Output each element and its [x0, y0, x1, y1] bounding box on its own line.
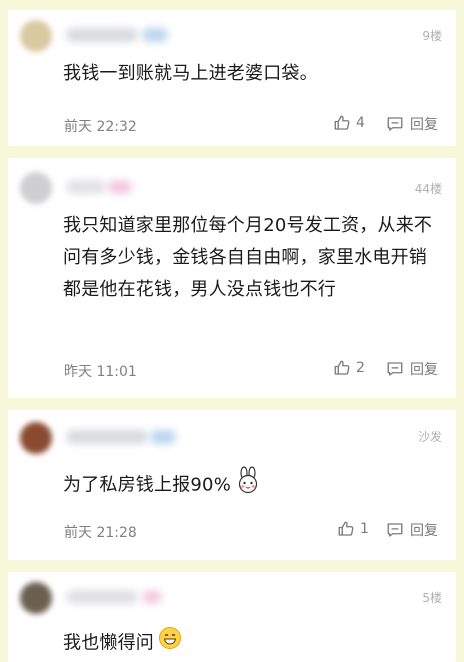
like-count: 2 [356, 360, 365, 376]
thumbs-up-icon [337, 520, 355, 538]
comment-feed: 9楼 我钱一到账就马上进老婆口袋。 前天 22:32 4 回复 44楼 我只知道… [8, 0, 456, 662]
thumbs-up-icon [333, 359, 351, 377]
comment-card: 5楼 我也懒得问 [8, 572, 456, 662]
floor-number: 9楼 [422, 29, 442, 43]
comment-icon [386, 115, 404, 133]
like-button[interactable]: 1 [337, 520, 369, 538]
username-blurred[interactable] [66, 180, 106, 194]
username-blurred[interactable] [66, 590, 138, 604]
like-count: 4 [356, 115, 365, 131]
comment-card: 9楼 我钱一到账就马上进老婆口袋。 前天 22:32 4 回复 [8, 10, 456, 146]
avatar[interactable] [20, 422, 52, 454]
avatar[interactable] [20, 20, 52, 52]
comment-text: 我钱一到账就马上进老婆口袋。 [63, 63, 318, 84]
username-blurred[interactable] [66, 28, 138, 42]
reply-label: 回复 [410, 362, 438, 378]
reply-label: 回复 [410, 117, 438, 133]
comment-card: 44楼 我只知道家里那位每个月20号发工资，从来不问有多少钱，金钱各自自由啊，家… [8, 158, 456, 398]
thumbs-up-icon [333, 114, 351, 132]
rabbit-emoji-icon [235, 466, 261, 505]
comment-icon [386, 360, 404, 378]
comment-text: 为了私房钱上报90% [63, 466, 436, 505]
comment-text: 我只知道家里那位每个月20号发工资，从来不问有多少钱，金钱各自自由啊，家里水电开… [63, 215, 433, 300]
comment-time: 前天 22:32 [64, 119, 137, 135]
username-blurred[interactable] [66, 430, 148, 444]
comment-text: 我也懒得问 [63, 626, 436, 661]
like-button[interactable]: 4 [333, 114, 365, 132]
user-badge-blurred [142, 590, 162, 604]
comment-text-body: 为了私房钱上报90% [63, 474, 232, 496]
comment-time: 昨天 11:01 [64, 364, 137, 380]
comment-card: 沙发 为了私房钱上报90% 前天 21:28 1 回复 [8, 410, 456, 560]
reply-button[interactable]: 回复 [386, 114, 438, 134]
comment-time: 前天 21:28 [64, 525, 137, 541]
user-badge-blurred [150, 430, 176, 444]
floor-number: 沙发 [417, 430, 442, 444]
avatar[interactable] [20, 172, 52, 204]
like-button[interactable]: 2 [333, 359, 365, 377]
reply-button[interactable]: 回复 [386, 520, 438, 540]
like-count: 1 [360, 521, 369, 537]
reply-label: 回复 [410, 523, 438, 539]
grin-emoji-icon [158, 626, 182, 661]
reply-button[interactable]: 回复 [386, 359, 438, 379]
comment-icon [386, 521, 404, 539]
floor-number: 5楼 [422, 591, 442, 605]
user-badge-blurred [142, 28, 168, 42]
user-badge-blurred [108, 180, 132, 194]
comment-text-body: 我也懒得问 [63, 632, 154, 654]
avatar[interactable] [20, 582, 52, 614]
floor-number: 44楼 [414, 182, 442, 196]
